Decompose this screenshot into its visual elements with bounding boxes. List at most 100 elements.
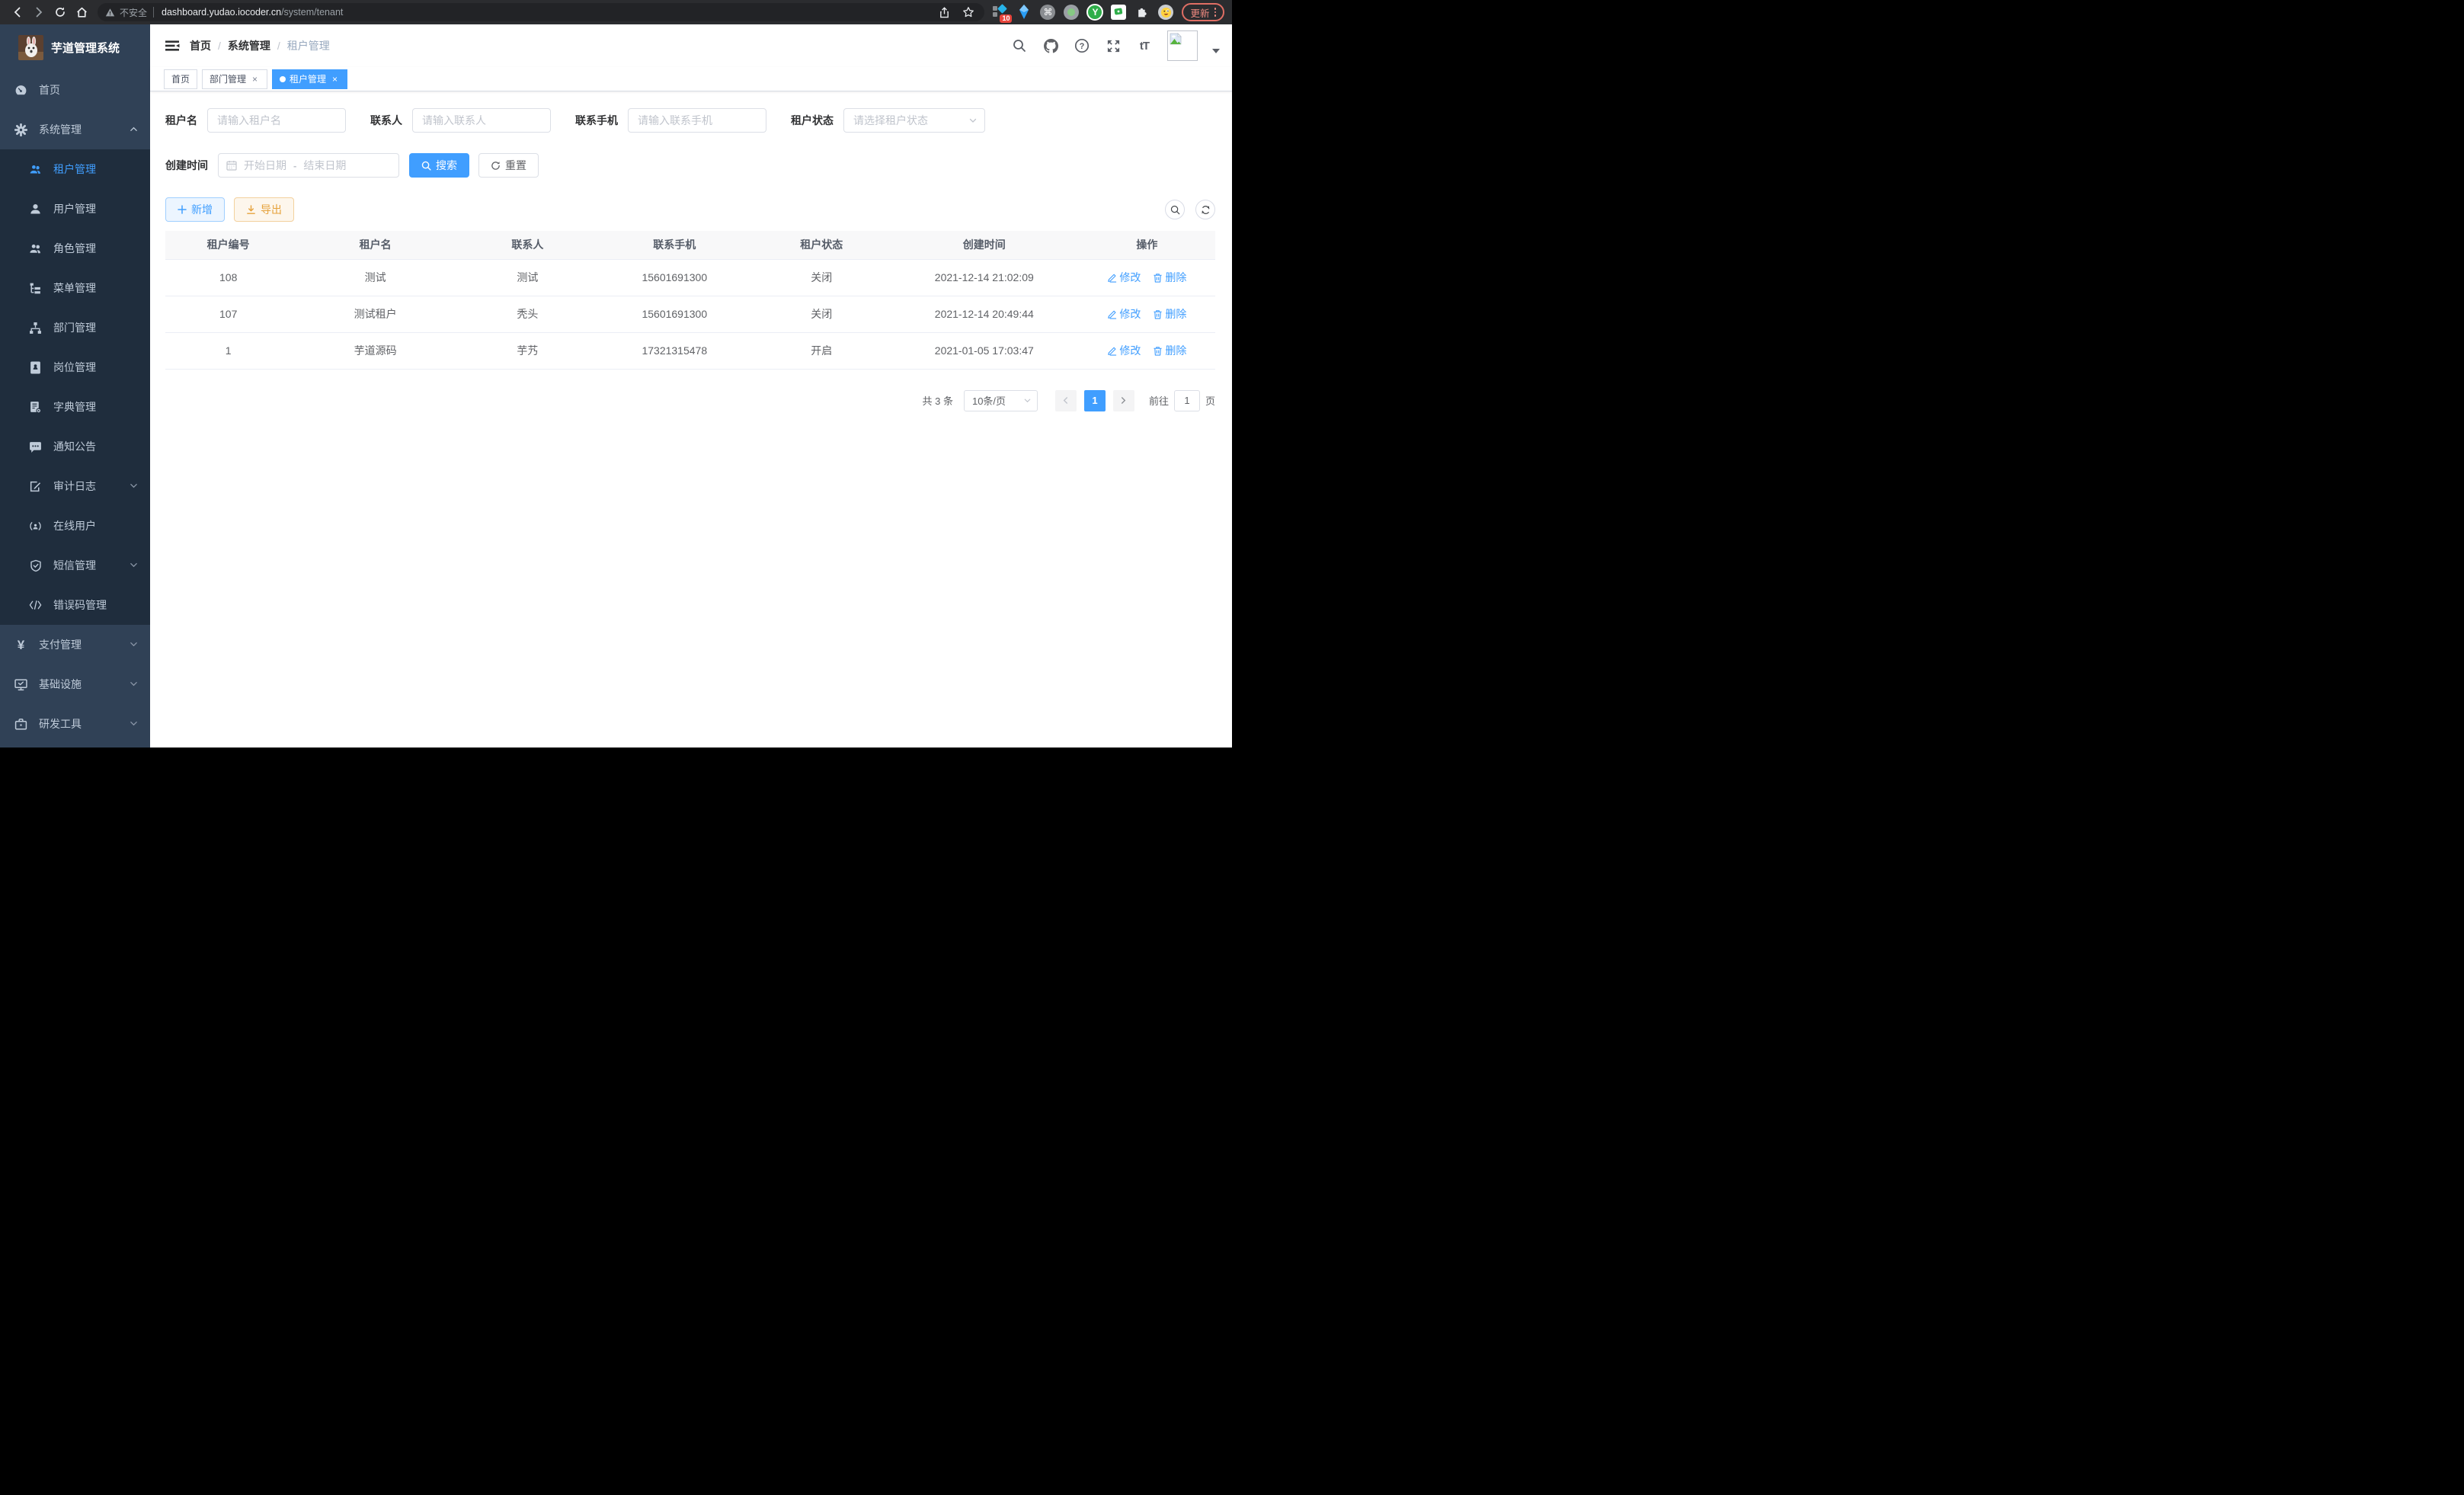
browser-home-button[interactable] — [72, 2, 91, 22]
sidebar-item-errcode[interactable]: 错误码管理 — [0, 585, 150, 625]
update-label: 更新 — [1190, 5, 1209, 20]
sidebar-item-label: 租户管理 — [53, 162, 138, 177]
user-menu-caret-icon[interactable] — [1212, 49, 1220, 53]
extension-chat-icon[interactable] — [1110, 4, 1127, 21]
sidebar-item-label: 用户管理 — [53, 201, 138, 216]
tab-tenant-active[interactable]: 租户管理 × — [272, 69, 347, 89]
refresh-icon — [491, 161, 501, 171]
sidebar-item-notice[interactable]: 通知公告 — [0, 427, 150, 466]
sidebar-toggle-button[interactable] — [159, 33, 185, 59]
extension-badge: 10 — [1000, 14, 1012, 23]
address-bar[interactable]: 不安全 dashboard.yudao.iocoder.cn/system/te… — [98, 3, 984, 21]
share-icon[interactable] — [936, 4, 952, 21]
prev-page-button[interactable] — [1055, 390, 1077, 411]
security-label[interactable]: 不安全 — [120, 6, 147, 19]
browser-update-button[interactable]: 更新 — [1182, 3, 1224, 21]
sidebar-item-tenant[interactable]: 租户管理 — [0, 149, 150, 189]
page-size-select[interactable]: 10条/页 — [964, 390, 1038, 411]
sidebar-item-online-user[interactable]: 在线用户 — [0, 506, 150, 546]
sidebar-item-system[interactable]: 系统管理 — [0, 110, 150, 149]
sidebar-item-label: 系统管理 — [39, 122, 118, 137]
broken-image-icon — [1170, 33, 1182, 45]
phone-input[interactable] — [628, 108, 766, 133]
sidebar-item-pay[interactable]: ¥ 支付管理 — [0, 625, 150, 664]
chevron-down-icon — [130, 480, 138, 492]
table-row: 1 芋道源码 芋艿 17321315478 开启 2021-01-05 17:0… — [165, 332, 1215, 369]
sidebar-item-label: 基础设施 — [39, 677, 118, 692]
date-range-input[interactable]: 开始日期 - 结束日期 — [218, 153, 399, 178]
gear-icon — [14, 123, 27, 136]
search-button[interactable]: 搜索 — [409, 153, 469, 178]
dashboard-icon — [14, 84, 27, 97]
close-icon[interactable]: × — [330, 74, 340, 85]
edit-link[interactable]: 修改 — [1107, 343, 1141, 358]
search-icon — [1170, 205, 1180, 215]
extension-y-icon[interactable]: Y — [1086, 4, 1103, 21]
reload-icon — [54, 6, 66, 18]
sidebar-item-audit-log[interactable]: 审计日志 — [0, 466, 150, 506]
sidebar-item-dict[interactable]: 字典管理 — [0, 387, 150, 427]
sidebar-item-user[interactable]: 用户管理 — [0, 189, 150, 229]
sidebar-item-dept[interactable]: 部门管理 — [0, 308, 150, 347]
extension-kite-icon[interactable]: 10 — [992, 4, 1009, 21]
cell-contact: 秃头 — [459, 296, 596, 332]
close-icon[interactable]: × — [250, 74, 260, 85]
delete-link[interactable]: 删除 — [1153, 306, 1186, 322]
tab-label: 首页 — [171, 72, 190, 85]
sidebar-item-devtools[interactable]: 研发工具 — [0, 704, 150, 744]
breadcrumb-home[interactable]: 首页 — [190, 38, 211, 53]
browser-forward-button[interactable] — [29, 2, 49, 22]
hamburger-icon — [165, 38, 180, 53]
bookmark-star-icon[interactable] — [960, 4, 977, 21]
delete-link[interactable]: 删除 — [1153, 343, 1186, 358]
toggle-search-button[interactable] — [1165, 200, 1185, 219]
status-placeholder: 请选择租户状态 — [853, 113, 968, 128]
browser-reload-button[interactable] — [50, 2, 70, 22]
edit-link[interactable]: 修改 — [1107, 270, 1141, 285]
tenant-name-input[interactable] — [207, 108, 346, 133]
chevron-down-icon — [1023, 396, 1032, 405]
home-icon — [75, 6, 88, 19]
yen-icon: ¥ — [14, 639, 27, 651]
browser-back-button[interactable] — [8, 2, 27, 22]
extension-avatar-emoji[interactable] — [1157, 4, 1174, 21]
table-header-row: 租户编号 租户名 联系人 联系手机 租户状态 创建时间 操作 — [165, 231, 1215, 259]
fullscreen-icon[interactable] — [1105, 37, 1122, 54]
cell-tenant-id: 1 — [165, 332, 291, 369]
extension-green-dot-icon[interactable] — [1063, 4, 1080, 21]
avatar[interactable] — [1167, 30, 1198, 61]
export-button[interactable]: 导出 — [234, 197, 294, 222]
sidebar-item-post[interactable]: 岗位管理 — [0, 347, 150, 387]
tab-dept[interactable]: 部门管理 × — [202, 69, 267, 89]
sidebar-item-menu[interactable]: 菜单管理 — [0, 268, 150, 308]
page-number-1[interactable]: 1 — [1084, 390, 1106, 411]
date-end-placeholder: 结束日期 — [303, 158, 346, 173]
delete-link[interactable]: 删除 — [1153, 270, 1186, 285]
sidebar-item-role[interactable]: 角色管理 — [0, 229, 150, 268]
github-icon[interactable] — [1042, 37, 1059, 54]
extension-command-icon[interactable]: ⌘ — [1039, 4, 1056, 21]
cell-phone: 15601691300 — [596, 259, 754, 296]
logo[interactable]: 芋道管理系统 — [0, 24, 150, 70]
reset-button[interactable]: 重置 — [478, 153, 539, 178]
status-select[interactable]: 请选择租户状态 — [843, 108, 985, 133]
help-icon[interactable]: ? — [1074, 37, 1090, 54]
edit-link[interactable]: 修改 — [1107, 306, 1141, 322]
sidebar-item-sms[interactable]: 短信管理 — [0, 546, 150, 585]
sidebar-item-label: 在线用户 — [53, 518, 138, 533]
add-button[interactable]: 新增 — [165, 197, 225, 222]
browser-menu-icon[interactable] — [1214, 8, 1217, 17]
tab-home[interactable]: 首页 — [164, 69, 197, 89]
breadcrumb-system[interactable]: 系统管理 — [228, 38, 270, 53]
sidebar-item-infra[interactable]: 基础设施 — [0, 664, 150, 704]
refresh-table-button[interactable] — [1195, 200, 1215, 219]
font-size-icon[interactable]: tT — [1136, 37, 1153, 54]
header-search-icon[interactable] — [1011, 37, 1028, 54]
next-page-button[interactable] — [1113, 390, 1134, 411]
sidebar-item-home[interactable]: 首页 — [0, 70, 150, 110]
goto-page-input[interactable] — [1174, 390, 1200, 411]
contact-input[interactable] — [412, 108, 551, 133]
active-dot — [280, 76, 286, 82]
extension-puzzle-icon[interactable] — [1134, 4, 1150, 21]
extension-balloon-icon[interactable] — [1016, 4, 1032, 21]
